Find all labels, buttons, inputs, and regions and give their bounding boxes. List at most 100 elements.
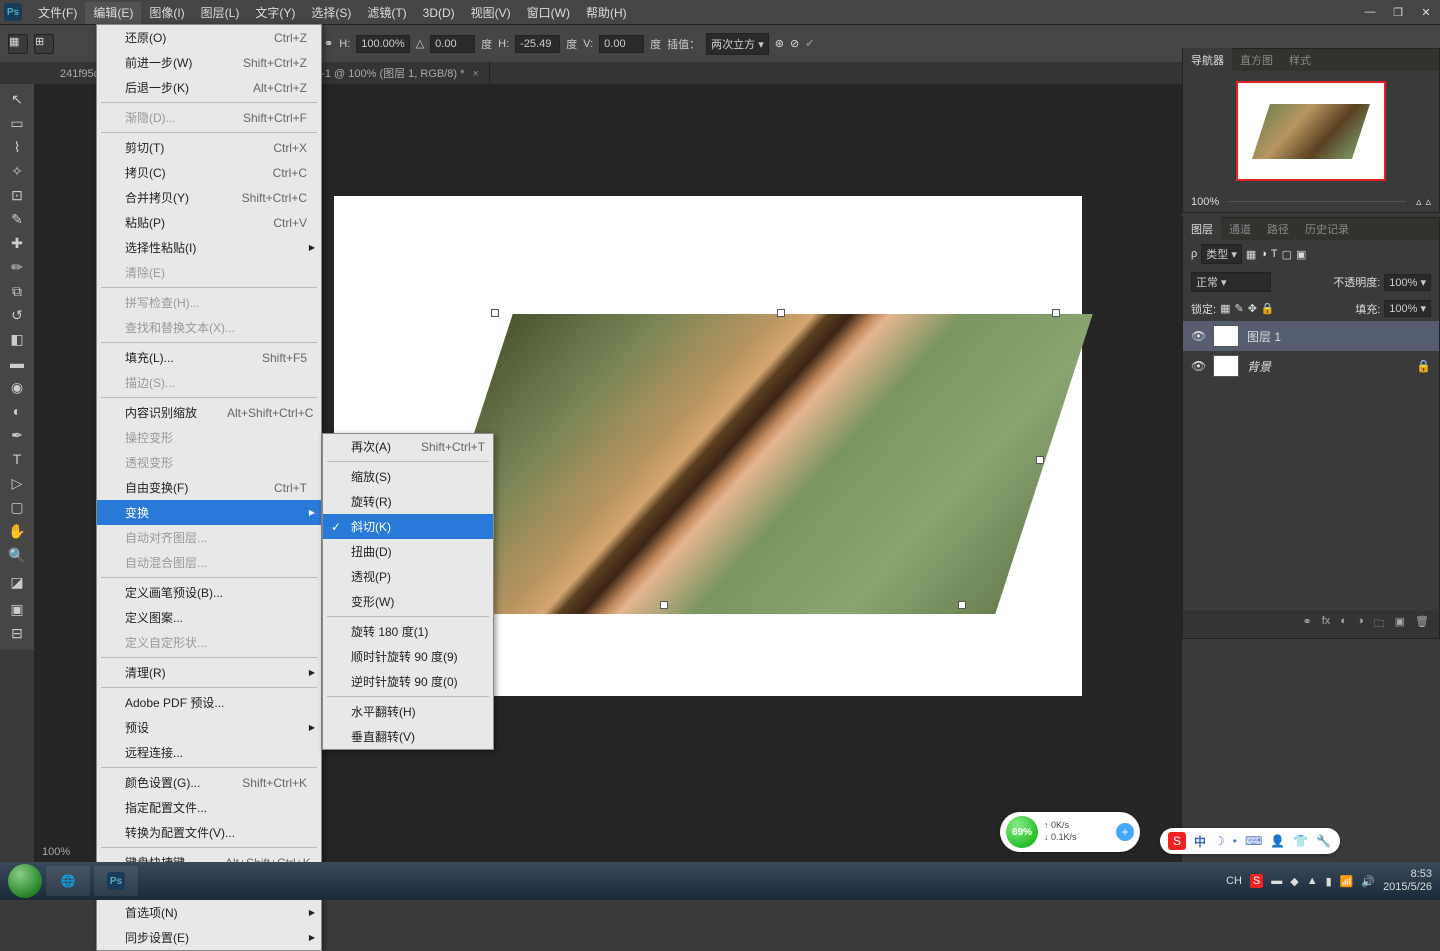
transform-handle[interactable] — [660, 601, 668, 609]
visibility-icon[interactable]: 👁 — [1191, 329, 1205, 343]
filter-shape-icon[interactable]: ▢ — [1282, 248, 1292, 261]
menu-item[interactable]: 剪切(T)Ctrl+X — [97, 135, 321, 160]
hand-tool[interactable]: ✋ — [3, 520, 31, 542]
menu-item[interactable]: 选择性粘贴(I) — [97, 235, 321, 260]
h-scale-input[interactable]: 100.00% — [356, 35, 409, 53]
healing-tool[interactable]: ✚ — [3, 232, 31, 254]
close-icon[interactable]: × — [472, 68, 478, 80]
tray-sogou-icon[interactable]: S — [1250, 874, 1263, 888]
opacity-input[interactable]: 100% ▾ — [1384, 274, 1431, 291]
lock-all-icon[interactable]: 🔒 — [1261, 302, 1275, 315]
gradient-tool[interactable]: ▬ — [3, 352, 31, 374]
menu-9[interactable]: 窗口(W) — [519, 2, 578, 24]
angle-input[interactable]: 0.00 — [430, 35, 475, 53]
menu-item[interactable]: 斜切(K) — [323, 514, 493, 539]
start-button[interactable] — [8, 864, 42, 898]
layer-kind-select[interactable]: 类型 ▾ — [1201, 244, 1242, 264]
menu-item[interactable]: 缩放(S) — [323, 464, 493, 489]
tray-volume-icon[interactable]: 🔊 — [1361, 875, 1375, 888]
type-tool[interactable]: T — [3, 448, 31, 470]
quickmask-toggle[interactable]: ▣ — [3, 598, 31, 620]
layer-fx-icon[interactable]: fx — [1322, 615, 1331, 634]
net-expand-icon[interactable]: + — [1116, 823, 1134, 841]
filter-pixel-icon[interactable]: ▦ — [1246, 248, 1256, 261]
marquee-tool[interactable]: ▭ — [3, 112, 31, 134]
shape-tool[interactable]: ▢ — [3, 496, 31, 518]
menu-item[interactable]: 同步设置(E) — [97, 925, 321, 950]
layer-thumb[interactable] — [1213, 355, 1239, 377]
menu-item[interactable]: 自由变换(F)Ctrl+T — [97, 475, 321, 500]
cancel-transform-icon[interactable]: ⊘ — [790, 37, 799, 50]
tab-layers[interactable]: 图层 — [1183, 217, 1221, 241]
tab-styles[interactable]: 样式 — [1281, 48, 1319, 72]
menu-item[interactable]: 扭曲(D) — [323, 539, 493, 564]
move-tool[interactable]: ↖ — [3, 88, 31, 110]
tab-paths[interactable]: 路径 — [1259, 217, 1297, 241]
tray-up-icon[interactable]: ▲ — [1307, 875, 1318, 887]
interp-select[interactable]: 两次立方 ▾ — [706, 33, 769, 55]
lock-transparency-icon[interactable]: ▦ — [1220, 302, 1230, 315]
menu-item[interactable]: 再次(A)Shift+Ctrl+T — [323, 434, 493, 459]
menu-item[interactable]: 水平翻转(H) — [323, 699, 493, 724]
tab-navigator[interactable]: 导航器 — [1183, 48, 1232, 72]
zoom-tool[interactable]: 🔍 — [3, 544, 31, 566]
menu-item[interactable]: 转换为配置文件(V)... — [97, 820, 321, 845]
ime-user-icon[interactable]: 👤 — [1270, 834, 1285, 848]
menu-item[interactable]: 指定配置文件... — [97, 795, 321, 820]
tray-ime-prefix[interactable]: CH — [1226, 875, 1242, 887]
foreground-background-color[interactable]: ◪ — [3, 568, 31, 596]
h-skew-input[interactable]: -25.49 — [515, 35, 560, 53]
ime-punct-icon[interactable]: • — [1233, 834, 1237, 848]
link-layers-icon[interactable]: ⚭ — [1303, 615, 1312, 634]
tab-histogram[interactable]: 直方图 — [1232, 48, 1281, 72]
layer-mask-icon[interactable]: ◐ — [1340, 615, 1347, 634]
ime-settings-icon[interactable]: 🔧 — [1316, 834, 1331, 848]
menu-6[interactable]: 滤镜(T) — [359, 2, 414, 24]
menu-item[interactable]: 还原(O)Ctrl+Z — [97, 25, 321, 50]
lock-position-icon[interactable]: ✥ — [1248, 302, 1257, 315]
tray-flag-icon[interactable]: ▬ — [1271, 875, 1282, 887]
menu-item[interactable]: 定义图案... — [97, 605, 321, 630]
adjustment-layer-icon[interactable]: ◑ — [1357, 615, 1364, 634]
menu-item[interactable]: 定义画笔预设(B)... — [97, 580, 321, 605]
filter-smart-icon[interactable]: ▣ — [1296, 248, 1306, 261]
menu-1[interactable]: 编辑(E) — [85, 2, 141, 24]
menu-item[interactable]: 合并拷贝(Y)Shift+Ctrl+C — [97, 185, 321, 210]
ime-moon-icon[interactable]: ☽ — [1214, 834, 1225, 848]
menu-item[interactable]: Adobe PDF 预设... — [97, 690, 321, 715]
fill-input[interactable]: 100% ▾ — [1384, 300, 1431, 317]
transform-origin-icon[interactable]: ▦ — [8, 34, 28, 54]
layer-row[interactable]: 👁背景🔒 — [1183, 351, 1439, 381]
menu-item[interactable]: 粘贴(P)Ctrl+V — [97, 210, 321, 235]
transform-handle[interactable] — [1036, 456, 1044, 464]
menu-4[interactable]: 文字(Y) — [247, 2, 303, 24]
link-icon[interactable]: ⚭ — [324, 37, 333, 50]
new-group-icon[interactable]: 🗀 — [1374, 615, 1385, 634]
tray-safe-icon[interactable]: ◆ — [1290, 875, 1298, 888]
minimize-button[interactable]: — — [1356, 3, 1384, 21]
tray-signal-icon[interactable]: 📶 — [1340, 875, 1354, 888]
menu-item[interactable]: 颜色设置(G)...Shift+Ctrl+K — [97, 770, 321, 795]
transformed-image[interactable] — [415, 314, 1092, 614]
menu-item[interactable]: 预设 — [97, 715, 321, 740]
ime-toolbar[interactable]: S 中 ☽ • ⌨ 👤 👕 🔧 — [1160, 828, 1340, 854]
layer-row[interactable]: 👁图层 1 — [1183, 321, 1439, 351]
tray-network-icon[interactable]: ▮ — [1326, 875, 1332, 888]
menu-item[interactable]: 变换 — [97, 500, 321, 525]
menu-2[interactable]: 图像(I) — [141, 2, 192, 24]
navigator-preview[interactable] — [1183, 71, 1439, 191]
menu-item[interactable]: 前进一步(W)Shift+Ctrl+Z — [97, 50, 321, 75]
lock-pixels-icon[interactable]: ✎ — [1234, 302, 1243, 315]
transform-handle[interactable] — [491, 309, 499, 317]
clone-tool[interactable]: ⧉ — [3, 280, 31, 302]
zoom-out-icon[interactable]: ▵ — [1416, 195, 1422, 208]
tray-clock[interactable]: 8:53 2015/5/26 — [1383, 868, 1432, 894]
tab-history[interactable]: 历史记录 — [1297, 217, 1357, 241]
menu-item[interactable]: 后退一步(K)Alt+Ctrl+Z — [97, 75, 321, 100]
magic-wand-tool[interactable]: ✧ — [3, 160, 31, 182]
v-skew-input[interactable]: 0.00 — [599, 35, 644, 53]
dodge-tool[interactable]: ◐ — [3, 400, 31, 422]
task-browser[interactable]: 🌐 — [46, 866, 90, 896]
network-monitor[interactable]: 69% ↑ 0K/s ↓ 0.1K/s + — [1000, 812, 1140, 852]
menu-3[interactable]: 图层(L) — [193, 2, 248, 24]
